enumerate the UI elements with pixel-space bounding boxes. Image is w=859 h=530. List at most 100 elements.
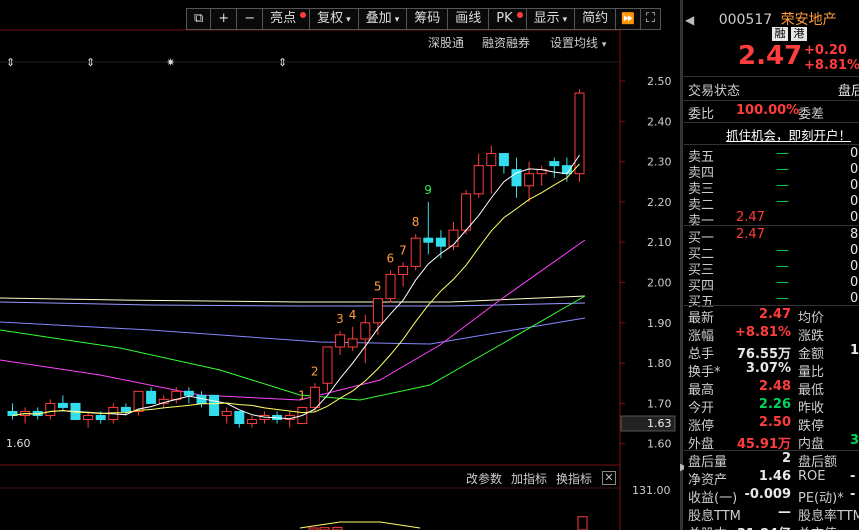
shenzhen-connect-link[interactable]: 深股通 <box>428 34 464 51</box>
order-price: — <box>776 275 789 290</box>
toolbar-button-8[interactable]: PK <box>488 8 526 30</box>
set-ma-button[interactable]: 设置均线 ▾ <box>550 34 606 51</box>
event-marker-icon: ⇕ <box>6 56 15 69</box>
event-marker-icon: ⇕ <box>86 56 95 69</box>
toolbar-label: 亮点 <box>270 11 297 26</box>
restore-button[interactable]: ⧉ <box>186 8 211 30</box>
candle-body <box>473 165 484 195</box>
chevron-down-icon: ▾ <box>346 15 351 25</box>
stat-label: 涨停 <box>688 419 715 434</box>
toolbar-button-9[interactable]: 显示 ▾ <box>525 8 575 30</box>
toolbar-label: 筹码 <box>414 11 441 26</box>
candle-body <box>360 322 371 340</box>
close-icon[interactable]: ✕ <box>602 471 616 485</box>
order-volume: 0 <box>850 178 859 193</box>
switch-indicator-button[interactable]: 换指标 <box>556 470 592 487</box>
toolbar-label: PK <box>496 11 513 26</box>
price-tick-label: 1.60 <box>647 438 672 451</box>
toolbar-button-3[interactable]: 亮点 <box>262 8 310 30</box>
stat-value: 1.46 <box>758 469 791 484</box>
toolbar-label: 显示 <box>533 11 560 26</box>
order-volume: 0 <box>850 243 859 258</box>
price-change: +0.20 +8.81% <box>804 43 859 73</box>
order-price: — <box>776 259 789 274</box>
order-volume: 0 <box>850 194 859 209</box>
td-count-label: 2 <box>311 364 319 378</box>
stat-value: 76.55万 <box>736 347 791 362</box>
stat-value: 31.84亿 <box>737 523 791 530</box>
toolbar-label: 简约 <box>582 11 609 26</box>
stat-label: 量比 <box>798 365 825 380</box>
candle-body <box>45 402 56 416</box>
restore-icon: ⧉ <box>194 11 204 26</box>
stat-value: 2.50 <box>758 415 791 430</box>
stat-label: 涨幅 <box>688 329 715 344</box>
zoom-out-button[interactable]: − <box>236 8 263 30</box>
zoom-in-button[interactable]: + <box>210 8 237 30</box>
moving-average-line <box>0 295 586 401</box>
quote-stat-row: 涨停 2.50 跌停 <box>688 415 859 434</box>
order-volume: 8 <box>850 227 859 242</box>
hk-connect-badge[interactable]: 港 <box>791 27 807 41</box>
order-price: 2.47 <box>736 227 765 242</box>
stat-value: 3.07% <box>745 361 791 376</box>
change-params-button[interactable]: 改参数 <box>466 470 502 487</box>
order-price: — <box>776 146 789 161</box>
margin-trading-link[interactable]: 融资融券 <box>482 34 530 51</box>
add-indicator-button[interactable]: 加指标 <box>511 470 547 487</box>
quote-panel: ◀ 000517 荣安地产 融 港 2.47 +0.20 +8.81% 交易状态… <box>684 0 859 530</box>
margin-badge[interactable]: 融 <box>772 27 788 41</box>
candle-body <box>246 419 257 425</box>
stat-value: — <box>778 505 791 520</box>
stat-label: 股息率TTM <box>798 509 859 524</box>
stat-label: 跌停 <box>798 419 825 434</box>
candle-body <box>183 390 194 396</box>
stat-value: 2 <box>781 451 791 466</box>
price-tick-label: 2.20 <box>647 196 672 209</box>
candle-body <box>398 265 409 275</box>
stat-value: 2.47 <box>758 307 791 322</box>
notification-dot-icon <box>516 12 523 18</box>
open-account-ad-link[interactable]: 抓住机会，即刻开户！ <box>726 125 851 144</box>
candle-body <box>347 338 358 348</box>
volume-ma-line <box>299 521 421 529</box>
chevron-left-icon[interactable]: ◀ <box>685 13 694 27</box>
volume-bar <box>577 516 588 530</box>
stat-label: 换手* <box>688 365 721 380</box>
order-volume: 0 <box>850 210 859 225</box>
chevron-down-icon: ▾ <box>601 40 607 50</box>
candle-body <box>209 394 220 416</box>
set-ma-label: 设置均线 <box>550 36 599 50</box>
fast-forward-button[interactable]: ⏩ <box>615 8 640 30</box>
stat-label: 总手 <box>688 347 715 362</box>
chevron-down-icon: ▾ <box>562 15 568 25</box>
toolbar-button-5[interactable]: 叠加 ▾ <box>357 8 407 30</box>
candle-body <box>309 386 320 408</box>
price-tick-label: 2.10 <box>647 236 672 249</box>
stat-label: 今开 <box>688 401 715 416</box>
stat-label: 总股本 <box>688 523 727 530</box>
quote-stat-row: 总股本 31.84亿总市值 <box>688 523 859 530</box>
panel-divider[interactable] <box>680 0 683 530</box>
moving-average-line <box>0 295 586 303</box>
candle-body <box>120 406 131 412</box>
candlestick-chart[interactable]: 2.50 2.40 2.30 2.20 2.10 2.00 1.90 1.80 1.70 1.60… <box>0 0 680 530</box>
order-volume: 0 <box>850 162 859 177</box>
toolbar-button-7[interactable]: 画线 <box>447 8 489 30</box>
price-tick-label: 2.40 <box>647 115 672 128</box>
quote-stat-row: 最新 2.47 均价 <box>688 307 859 326</box>
chevron-down-icon: ▾ <box>394 15 400 25</box>
toolbar-button-4[interactable]: 复权 ▾ <box>309 8 358 30</box>
fullscreen-button[interactable]: ⛶ <box>639 8 661 30</box>
candle-body <box>524 173 535 187</box>
price-tick-label: 1.70 <box>647 397 672 410</box>
td-count-label: 7 <box>399 243 407 257</box>
trade-status-value: 盘后 <box>838 84 859 99</box>
quote-stat-row: 涨幅 +8.81% 涨跌 <box>688 325 859 344</box>
toolbar-button-6[interactable]: 筹码 <box>406 8 448 30</box>
toolbar-button-10[interactable]: 简约 <box>574 8 616 30</box>
weibi-value: 100.00% <box>736 103 800 118</box>
td-count-label: 1 <box>298 388 306 402</box>
stat-value: - <box>850 469 856 484</box>
candle-body <box>372 298 383 324</box>
